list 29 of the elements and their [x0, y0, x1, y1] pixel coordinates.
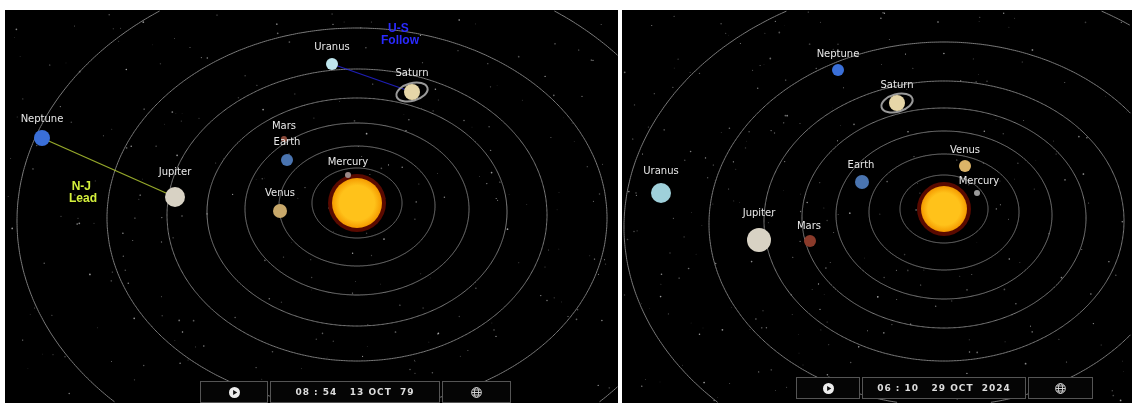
play-icon [822, 382, 834, 394]
planet-label: Mercury [327, 156, 369, 167]
play-icon [228, 386, 240, 398]
planet-label: Uranus [314, 41, 350, 52]
planet-label: Saturn [395, 67, 429, 78]
sun-drawing [328, 174, 386, 232]
planet-label: Venus [264, 187, 296, 198]
date-time-display: 08 : 54 13 OCT 79 [270, 381, 440, 403]
globe-icon [1055, 382, 1066, 394]
planet-label: Mars [796, 220, 822, 231]
annotation-label: U-S Follow [381, 21, 419, 47]
globe-button[interactable] [1028, 377, 1093, 399]
play-button[interactable] [200, 381, 268, 403]
planet-label: Neptune [816, 48, 860, 59]
planet-label: Jupiter [158, 166, 192, 177]
planet-label: Uranus [643, 165, 679, 176]
planet-label: Earth [273, 136, 301, 147]
globe-button[interactable] [442, 381, 511, 403]
planet-label: Venus [949, 144, 981, 155]
planet-label: Neptune [20, 113, 64, 124]
date-time-display: 06 : 10 29 OCT 2024 [862, 377, 1026, 399]
planet-label: Mars [271, 120, 297, 131]
globe-icon [471, 386, 482, 398]
planet-label: Mercury [958, 175, 1000, 186]
planet-label: Earth [847, 159, 875, 170]
planet-label: Saturn [880, 79, 914, 90]
play-button[interactable] [796, 377, 860, 399]
planet-label: Jupiter [742, 207, 776, 218]
annotation-label: N-J Lead [69, 179, 97, 205]
